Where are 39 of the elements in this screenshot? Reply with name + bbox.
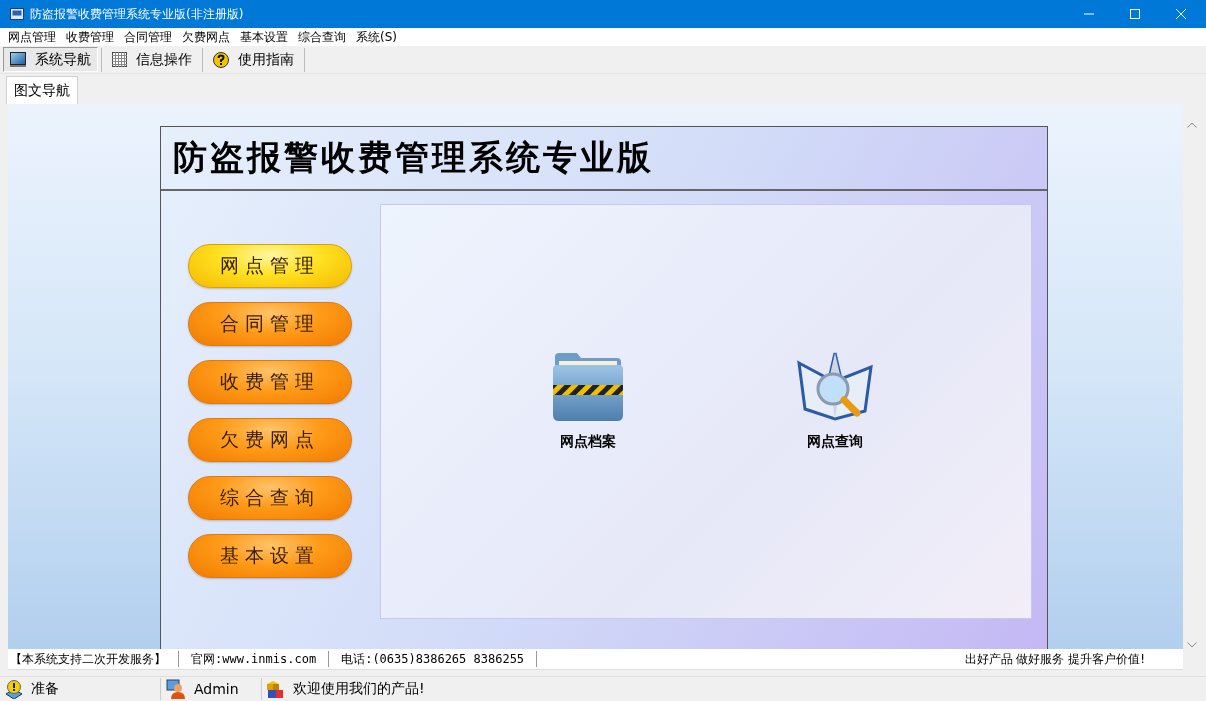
shortcut-label[interactable]: 网点档案 [560, 433, 616, 451]
menu-item[interactable]: 综合查询 [293, 28, 351, 46]
help-icon [213, 51, 229, 68]
monitor-icon [10, 52, 26, 67]
nav-button[interactable]: 合同管理 [188, 302, 352, 346]
footer-text: 官网:www.inmis.com [179, 651, 330, 667]
scroll-down-icon[interactable] [1186, 642, 1197, 648]
nav-button[interactable]: 网点管理 [188, 244, 352, 288]
toolbar-button[interactable]: 系统导航 [3, 47, 98, 72]
maximize-icon[interactable] [1130, 9, 1140, 19]
footer-text: 电话:(0635)8386265 8386255 [329, 651, 538, 667]
user-icon [166, 679, 186, 699]
tab[interactable]: 图文导航 [6, 76, 78, 104]
toolbar-button[interactable]: 使用指南 [206, 47, 301, 72]
panel-title: 防盗报警收费管理系统专业版 [173, 136, 654, 179]
close-icon[interactable] [1176, 9, 1186, 19]
toolbar-button[interactable]: 信息操作 [105, 47, 199, 72]
nav-button[interactable]: 欠费网点 [188, 418, 352, 462]
status-text: 欢迎使用我们的产品! [293, 680, 425, 698]
grid-icon [112, 52, 127, 67]
app-icon [10, 7, 24, 21]
footer-slogan: 出好产品 做好服务 提升客户价值! [964, 650, 1146, 668]
cubes-icon [267, 679, 285, 699]
menu-item[interactable]: 合同管理 [119, 28, 177, 46]
menu-item[interactable]: 欠费网点 [177, 28, 235, 46]
menu-item[interactable]: 系统(S) [351, 28, 402, 46]
window-title: 防盗报警收费管理系统专业版(非注册版) [30, 5, 245, 23]
status-text: 准备 [31, 680, 59, 698]
scroll-up-icon[interactable] [1186, 122, 1197, 128]
footer-text: 【本系统支持二次开发服务】 [8, 651, 179, 667]
menu-item[interactable]: 收费管理 [61, 28, 119, 46]
status-text: Admin [194, 681, 239, 697]
nav-button[interactable]: 综合查询 [188, 476, 352, 520]
nav-button[interactable]: 基本设置 [188, 534, 352, 578]
info-icon [5, 679, 23, 699]
nav-button[interactable]: 收费管理 [188, 360, 352, 404]
shortcut-label[interactable]: 网点查询 [807, 433, 863, 451]
menu-item[interactable]: 网点管理 [3, 28, 61, 46]
menu-item[interactable]: 基本设置 [235, 28, 293, 46]
